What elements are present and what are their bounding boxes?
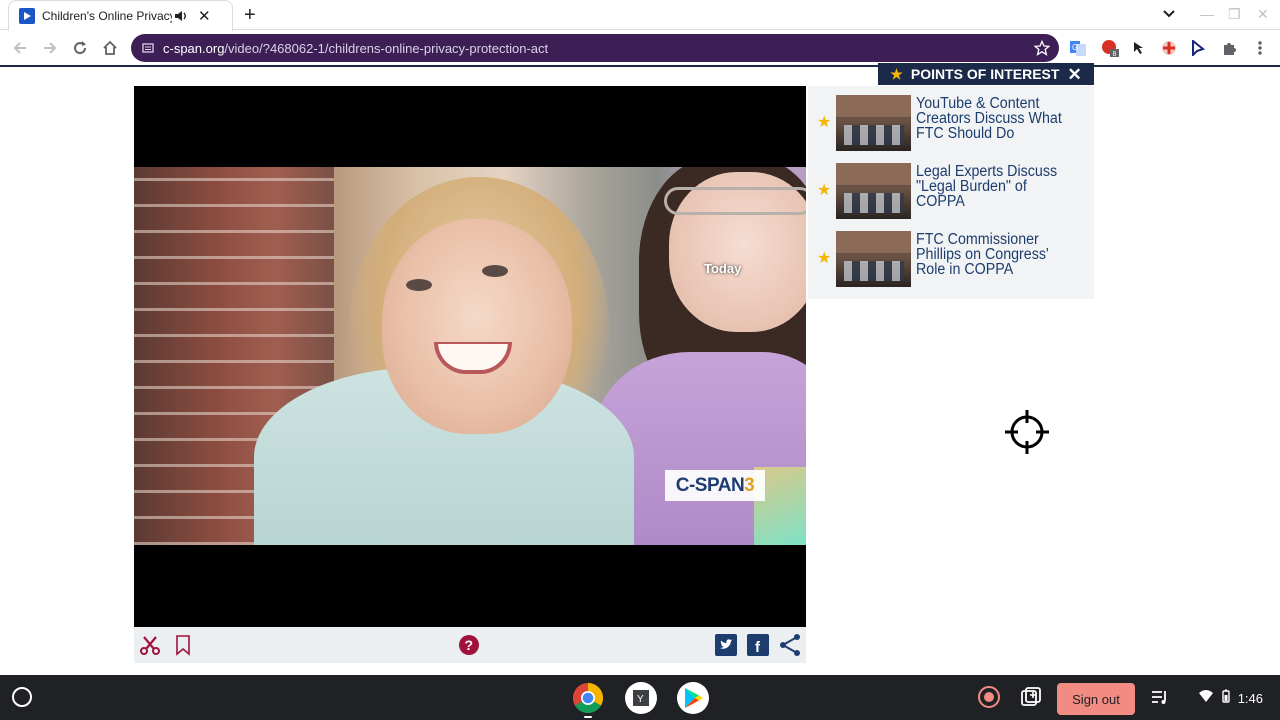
- tab-close-icon[interactable]: ✕: [198, 9, 211, 24]
- girl-left-eye: [482, 265, 508, 277]
- today-badge: Today: [704, 261, 742, 276]
- girl-right-glasses: [664, 187, 806, 215]
- player-controls: ? f: [134, 627, 806, 663]
- points-of-interest-panel: ★ YouTube & Content Creators Discuss Wha…: [808, 86, 1094, 299]
- points-of-interest-title: POINTS OF INTEREST: [910, 66, 1060, 82]
- poi-thumbnail[interactable]: [836, 231, 911, 287]
- help-icon[interactable]: ?: [457, 633, 481, 657]
- window-close-icon[interactable]: ✕: [1257, 6, 1269, 23]
- status-tray[interactable]: 1:46: [1183, 682, 1275, 714]
- svg-text:G: G: [1072, 43, 1078, 52]
- cspan-logo-text: C-SPAN: [675, 474, 745, 496]
- pointer-extension-icon[interactable]: [1188, 38, 1208, 58]
- share-icon[interactable]: [778, 633, 802, 657]
- crosshair-cursor-icon: [1005, 410, 1049, 454]
- bookmark-icon[interactable]: [171, 633, 195, 657]
- maximize-icon[interactable]: ❐: [1228, 6, 1241, 23]
- chrome-icon[interactable]: [572, 682, 604, 714]
- forward-icon[interactable]: [40, 38, 60, 58]
- poi-item[interactable]: ★ FTC Commissioner Phillips on Congress'…: [808, 222, 1094, 287]
- cspan-favicon-icon: [19, 8, 35, 24]
- site-info-icon[interactable]: [141, 41, 155, 55]
- star-icon: ★: [817, 114, 832, 131]
- svg-text:Y: Y: [637, 694, 644, 705]
- minimize-icon[interactable]: —: [1200, 6, 1214, 22]
- active-app-indicator: [584, 716, 592, 718]
- play-store-icon[interactable]: [677, 682, 709, 714]
- tab-audio-icon[interactable]: [174, 9, 188, 23]
- tab-search-icon[interactable]: [1162, 6, 1176, 23]
- url-host: c-span.org: [163, 40, 225, 56]
- reload-icon[interactable]: [70, 38, 90, 58]
- browser-toolbar: c-span.org/video/?468062-1/childrens-onl…: [0, 31, 1280, 65]
- menu-kebab-icon[interactable]: [1250, 38, 1270, 58]
- poi-item[interactable]: ★ Legal Experts Discuss "Legal Burden" o…: [808, 154, 1094, 219]
- youtube-app-icon[interactable]: Y: [625, 682, 657, 714]
- girl-left-eye: [406, 279, 432, 291]
- poi-title[interactable]: FTC Commissioner Phillips on Congress' R…: [916, 232, 1077, 278]
- url-path: /video/?468062-1/childrens-online-privac…: [224, 40, 549, 56]
- tab-strip: Children's Online Privacy Protection Act…: [0, 0, 1280, 31]
- star-icon: ★: [817, 250, 832, 267]
- url-text: c-span.org/video/?468062-1/childrens-onl…: [163, 41, 548, 56]
- poi-thumbnail[interactable]: [836, 95, 911, 151]
- cspan-logo-number: 3: [744, 474, 755, 496]
- home-icon[interactable]: [100, 38, 120, 58]
- address-bar[interactable]: c-span.org/video/?468062-1/childrens-onl…: [131, 34, 1059, 62]
- media-controls-icon[interactable]: [1150, 688, 1170, 708]
- extensions-puzzle-icon[interactable]: [1219, 38, 1239, 58]
- cursor-extension-icon[interactable]: [1129, 38, 1149, 58]
- poi-title[interactable]: Legal Experts Discuss "Legal Burden" of …: [916, 164, 1077, 210]
- red-extension-icon[interactable]: [1159, 38, 1179, 58]
- svg-text:?: ?: [465, 637, 474, 653]
- system-shelf: Y Sign out 1:46: [0, 675, 1280, 720]
- battery-icon: [1221, 689, 1230, 708]
- adblock-extension-icon[interactable]: 8: [1100, 38, 1120, 58]
- screen-capture-icon[interactable]: [1020, 686, 1042, 708]
- launcher-icon[interactable]: [12, 687, 32, 707]
- translate-extension-icon[interactable]: G: [1068, 38, 1088, 58]
- video-player[interactable]: Today C-SPAN 3: [134, 86, 806, 627]
- clock: 1:46: [1237, 690, 1263, 706]
- browser-tab[interactable]: Children's Online Privacy Protection Act…: [8, 0, 233, 31]
- facebook-icon[interactable]: f: [746, 633, 770, 657]
- new-tab-icon[interactable]: +: [244, 5, 256, 25]
- poi-thumbnail[interactable]: [836, 163, 911, 219]
- poi-item[interactable]: ★ YouTube & Content Creators Discuss Wha…: [808, 86, 1094, 151]
- bookmark-star-icon[interactable]: [1033, 39, 1051, 61]
- poi-close-icon[interactable]: ✕: [1067, 66, 1081, 83]
- cspan3-logo: C-SPAN 3: [665, 470, 765, 501]
- scissors-icon[interactable]: [138, 633, 162, 657]
- sign-out-button[interactable]: Sign out: [1057, 683, 1135, 715]
- svg-text:8: 8: [1113, 51, 1117, 58]
- points-of-interest-header: ★ POINTS OF INTEREST ✕: [878, 63, 1094, 85]
- back-icon[interactable]: [10, 38, 30, 58]
- twitter-icon[interactable]: [714, 633, 738, 657]
- star-icon: ★: [890, 65, 903, 82]
- star-icon: ★: [817, 182, 832, 199]
- screen-record-icon[interactable]: [978, 686, 1000, 708]
- girl-left-face: [382, 219, 572, 434]
- wifi-icon: [1198, 689, 1214, 708]
- poi-title[interactable]: YouTube & Content Creators Discuss What …: [916, 96, 1077, 142]
- tab-title: Children's Online Privacy Protection Act: [42, 9, 172, 23]
